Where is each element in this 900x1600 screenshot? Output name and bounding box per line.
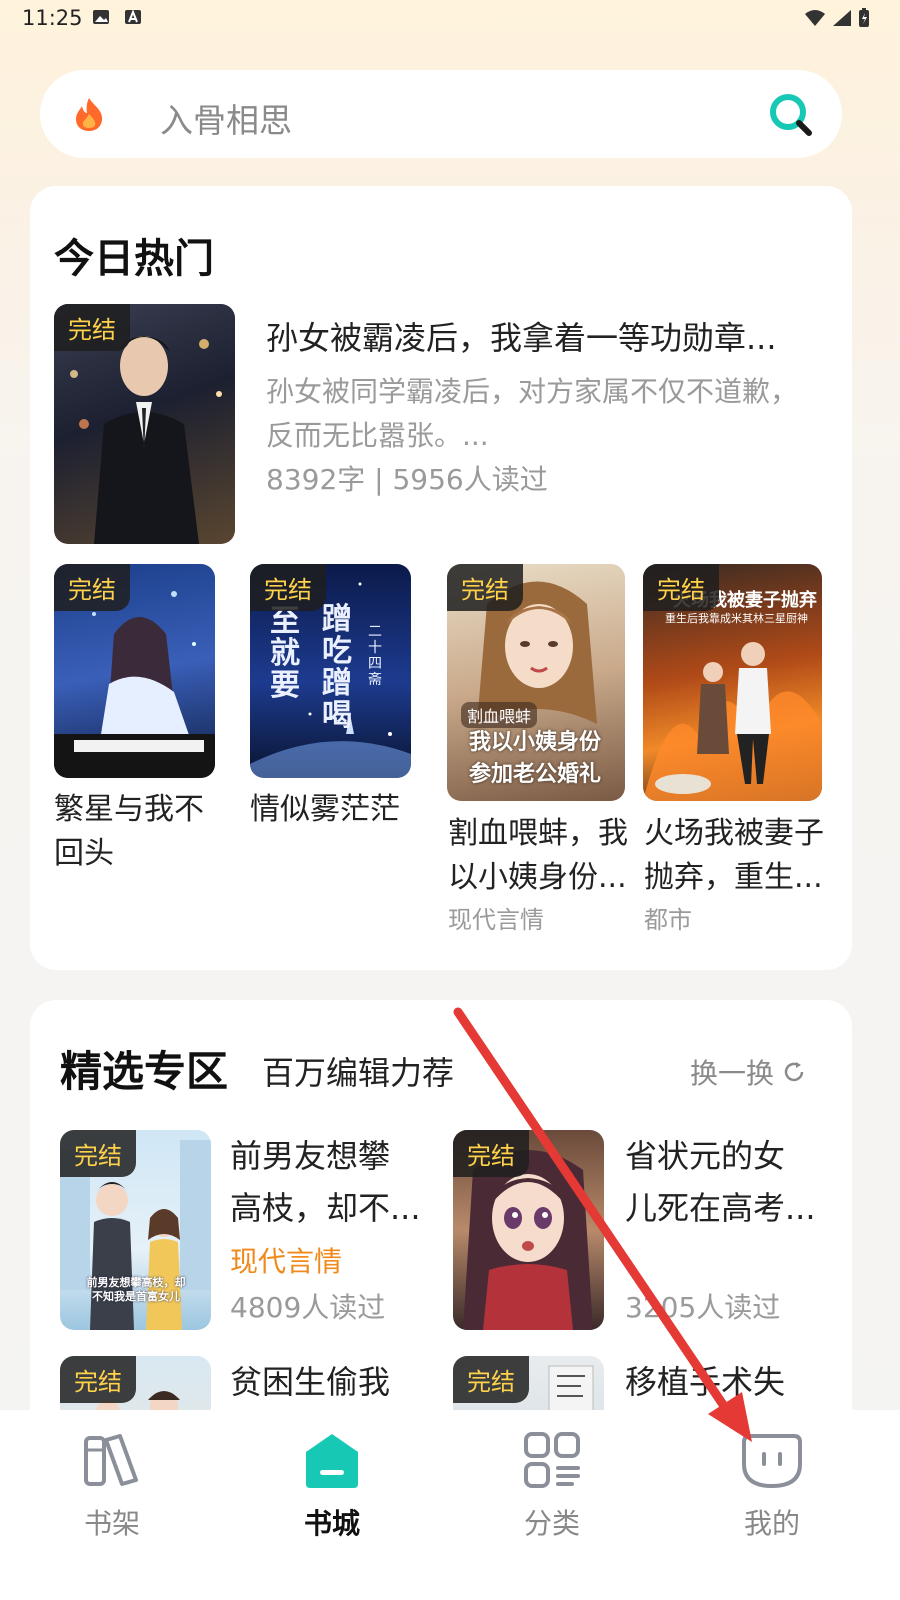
featured-cover[interactable]: 完结 — [54, 304, 235, 544]
featured-title[interactable]: 孙女被霸凌后，我拿着一等功勋章... — [266, 316, 777, 360]
nav-bookshelf[interactable]: 书架 — [42, 1430, 182, 1570]
bookshelf-icon — [84, 1434, 138, 1486]
nav-label: 我的 — [743, 1507, 800, 1540]
pick-title-line2[interactable]: 儿死在高考... — [625, 1186, 816, 1230]
completed-badge: 完结 — [250, 564, 326, 611]
pick-title[interactable]: 前男友想攀 — [230, 1134, 390, 1178]
nav-label: 书城 — [303, 1507, 360, 1540]
section-title: 今日热门 — [54, 236, 214, 282]
cover-text: 我以小姨身份 — [469, 730, 602, 755]
search-input[interactable]: 入骨相思 — [160, 94, 292, 142]
image-icon — [93, 10, 109, 24]
pick-category: 现代言情 — [230, 1245, 343, 1278]
completed-badge: 完结 — [60, 1356, 136, 1403]
cover-text: 参加老公婚礼 — [469, 762, 602, 787]
nav-profile[interactable]: 我的 — [702, 1430, 842, 1570]
nav-label: 书架 — [83, 1507, 140, 1540]
nav-bookstore[interactable]: 书城 — [262, 1430, 402, 1570]
signal-icon — [833, 10, 851, 26]
pick-cover[interactable]: 完结 — [453, 1130, 604, 1330]
status-bar: 11:25 — [0, 0, 900, 36]
book-cover[interactable]: 至就要 蹭吃蹭喝 二十四斋 完结 — [250, 564, 411, 778]
pick-cover[interactable]: 前男友想攀高枝，却不知我是首富女儿 完结 — [60, 1130, 211, 1330]
search-icon[interactable] — [768, 92, 814, 138]
book-title[interactable]: 繁星与我不 — [54, 788, 204, 832]
cover-text: 至就要 — [270, 604, 300, 703]
wifi-icon — [805, 10, 825, 26]
bookstore-icon — [306, 1434, 358, 1488]
pick-title[interactable]: 移植手术失 — [625, 1360, 785, 1404]
notification-icon — [125, 9, 141, 24]
featured-desc-line2: 反而无比嚣张。... — [266, 419, 489, 452]
completed-badge: 完结 — [643, 564, 719, 611]
completed-badge: 完结 — [60, 1130, 136, 1177]
section-title: 精选专区 — [60, 1047, 229, 1096]
flame-icon — [76, 98, 103, 131]
refresh-icon — [784, 1062, 804, 1082]
battery-icon — [859, 8, 869, 27]
section-subtitle: 百万编辑力荐 — [262, 1054, 455, 1092]
pick-readers: 3205人读过 — [625, 1291, 781, 1324]
book-title[interactable]: 割血喂蚌，我 — [448, 812, 628, 856]
pick-title[interactable]: 省状元的女 — [625, 1134, 785, 1178]
book-cover[interactable]: 完结 — [54, 564, 215, 778]
status-time: 11:25 — [22, 6, 83, 30]
book-category: 都市 — [644, 906, 692, 934]
search-bar[interactable]: 入骨相思 — [40, 70, 842, 158]
cover-text: 蹭吃蹭喝 — [322, 602, 352, 733]
cover-text: 重生后我靠成米其林三星厨神 — [665, 612, 808, 625]
completed-badge: 完结 — [447, 564, 523, 611]
pick-readers: 4809人读过 — [230, 1291, 386, 1324]
nav-label: 分类 — [523, 1507, 580, 1540]
book-title[interactable]: 情似雾茫茫 — [250, 788, 400, 832]
completed-badge: 完结 — [54, 564, 130, 611]
category-icon — [524, 1432, 580, 1488]
book-title[interactable]: 火场我被妻子 — [644, 812, 824, 856]
refresh-button[interactable]: 换一换 — [690, 1052, 806, 1092]
nav-category[interactable]: 分类 — [482, 1430, 622, 1570]
book-title-line2[interactable]: 抛弃，重生... — [644, 856, 823, 900]
book-title-line2[interactable]: 回头 — [54, 832, 114, 876]
featured-meta: 8392字 | 5956人读过 — [266, 463, 548, 496]
status-icons — [804, 8, 870, 28]
book-category: 现代言情 — [448, 906, 544, 934]
refresh-label: 换一换 — [690, 1057, 775, 1090]
bottom-nav: 书架 书城 分类 我的 — [0, 1410, 900, 1600]
book-title-line2[interactable]: 以小姨身份... — [448, 856, 627, 900]
hot-section: 今日热门 完结 孙女被霸凌后，我拿着一等功勋章... 孙女被同学霸凌后，对方家属… — [30, 186, 852, 970]
cover-text: 前男友想攀高枝，却不知我是首富女儿 — [86, 1276, 186, 1303]
pick-title[interactable]: 贫困生偷我 — [230, 1360, 390, 1404]
book-cover[interactable]: 火场我被妻子抛弃 重生后我靠成米其林三星厨神 完结 — [643, 564, 822, 801]
completed-badge: 完结 — [453, 1356, 529, 1403]
featured-desc-line1: 孙女被同学霸凌后，对方家属不仅不道歉， — [266, 375, 799, 408]
completed-badge: 完结 — [453, 1130, 529, 1177]
completed-badge: 完结 — [54, 304, 130, 351]
book-cover[interactable]: 割血喂蚌 我以小姨身份 参加老公婚礼 完结 — [447, 564, 625, 801]
profile-icon — [742, 1434, 802, 1489]
cover-text: 二十四斋 — [368, 624, 382, 688]
pick-title-line2[interactable]: 高枝，却不... — [230, 1186, 421, 1230]
